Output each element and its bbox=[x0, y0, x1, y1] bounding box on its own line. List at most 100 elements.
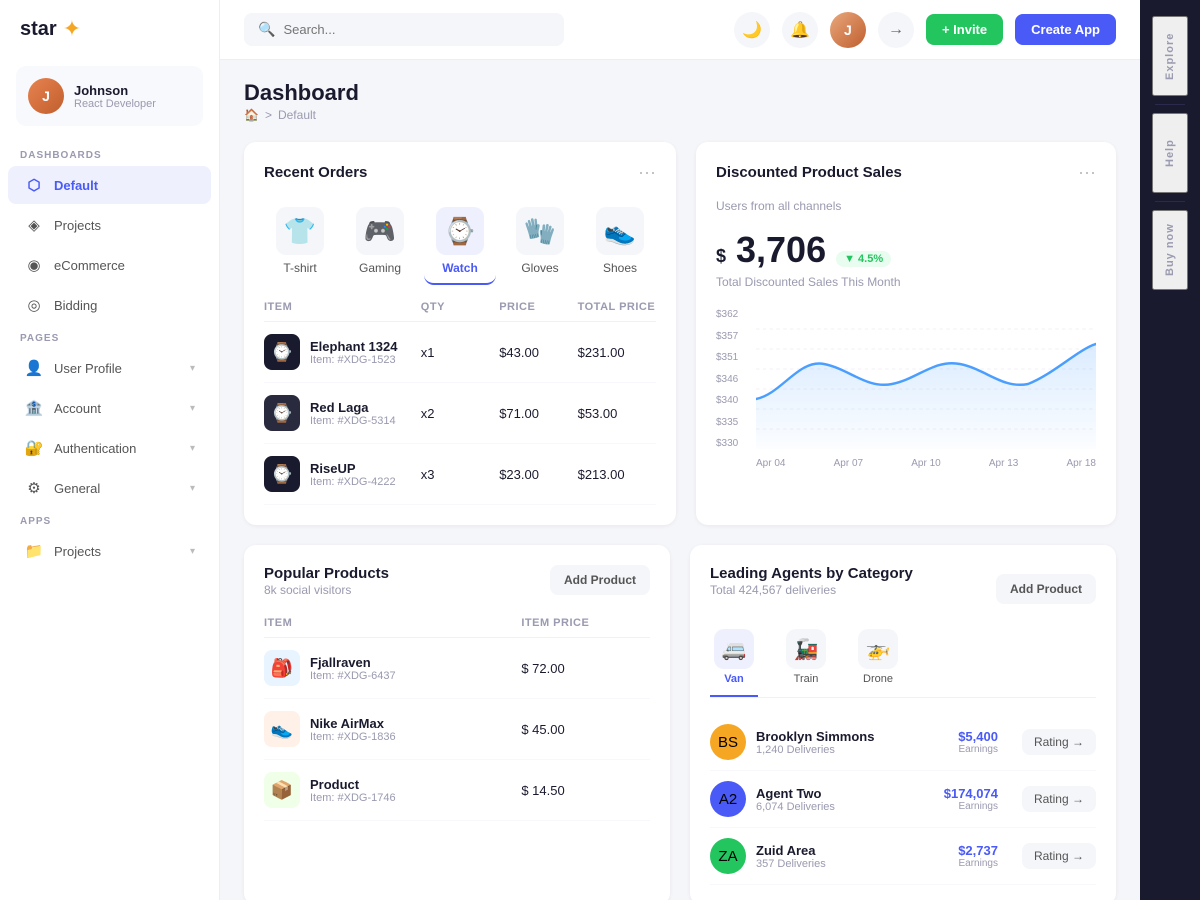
agent-tab-drone[interactable]: 🚁 Drone bbox=[854, 629, 902, 697]
item-name: Red Laga bbox=[310, 400, 396, 415]
agent-deliveries: 357 Deliveries bbox=[756, 858, 826, 870]
agent-rating-button[interactable]: Rating → bbox=[1022, 729, 1096, 755]
sidebar-item-general[interactable]: ⚙ General ▾ bbox=[8, 469, 211, 507]
explore-button[interactable]: Explore bbox=[1152, 16, 1188, 96]
page-title-section: Dashboard 🏠 > Default bbox=[244, 80, 359, 122]
item-image: ⌚ bbox=[264, 395, 300, 431]
sidebar-item-label: User Profile bbox=[54, 361, 122, 376]
col-price: PRICE bbox=[499, 301, 577, 313]
card-menu-icon[interactable]: ··· bbox=[638, 162, 656, 183]
item-name: Nike AirMax bbox=[310, 716, 396, 731]
shoes-tab-icon: 👟 bbox=[596, 207, 644, 255]
product-image: 👟 bbox=[264, 711, 300, 747]
chevron-down-icon: ▾ bbox=[190, 363, 195, 374]
item-total: $53.00 bbox=[578, 406, 656, 421]
help-button[interactable]: Help bbox=[1152, 113, 1188, 193]
item-id: Item: #XDG-5314 bbox=[310, 415, 396, 427]
sidebar-item-projects[interactable]: ◈ Projects bbox=[8, 206, 211, 244]
search-box[interactable]: 🔍 bbox=[244, 13, 564, 46]
y-label: $362 bbox=[716, 309, 738, 320]
tab-gaming[interactable]: 🎮 Gaming bbox=[344, 199, 416, 285]
agent-info: Brooklyn Simmons 1,240 Deliveries bbox=[756, 729, 874, 756]
ecommerce-icon: ◉ bbox=[24, 255, 44, 275]
agent-row: ZA Zuid Area 357 Deliveries $2,737 Earni… bbox=[710, 828, 1096, 885]
item-total: $213.00 bbox=[578, 467, 656, 482]
gloves-tab-icon: 🧤 bbox=[516, 207, 564, 255]
avatar: J bbox=[28, 78, 64, 114]
item-details: Red Laga Item: #XDG-5314 bbox=[310, 400, 396, 427]
item-name: Fjallraven bbox=[310, 655, 396, 670]
main-content: 🔍 🌙 🔔 J → + Invite Create App Dashboard … bbox=[220, 0, 1140, 900]
x-label: Apr 10 bbox=[911, 458, 940, 469]
arrow-right-icon[interactable]: → bbox=[878, 12, 914, 48]
sidebar-user-card[interactable]: J Johnson React Developer bbox=[16, 66, 203, 126]
sales-card-menu-icon[interactable]: ··· bbox=[1078, 162, 1096, 183]
table-row: 👟 Nike AirMax Item: #XDG-1836 $ 45.00 bbox=[264, 699, 650, 760]
watch-tab-icon: ⌚ bbox=[436, 207, 484, 255]
invite-button[interactable]: + Invite bbox=[926, 14, 1003, 45]
agent-rating-button[interactable]: Rating → bbox=[1022, 843, 1096, 869]
sidebar-item-authentication[interactable]: 🔐 Authentication ▾ bbox=[8, 429, 211, 467]
table-row: 📦 Product Item: #XDG-1746 $ 14.50 bbox=[264, 760, 650, 821]
agent-deliveries: 1,240 Deliveries bbox=[756, 744, 874, 756]
create-app-button[interactable]: Create App bbox=[1015, 14, 1116, 45]
tab-watch[interactable]: ⌚ Watch bbox=[424, 199, 496, 285]
search-input[interactable] bbox=[283, 22, 550, 37]
sidebar-item-account[interactable]: 🏦 Account ▾ bbox=[8, 389, 211, 427]
y-label: $346 bbox=[716, 374, 738, 385]
agent-earnings-label: Earnings bbox=[959, 744, 998, 755]
sidebar-item-ecommerce[interactable]: ◉ eCommerce bbox=[8, 246, 211, 284]
gaming-tab-icon: 🎮 bbox=[356, 207, 404, 255]
agent-deliveries: 6,074 Deliveries bbox=[756, 801, 835, 813]
tab-tshirt[interactable]: 👕 T-shirt bbox=[264, 199, 336, 285]
agent-row: BS Brooklyn Simmons 1,240 Deliveries $5,… bbox=[710, 714, 1096, 771]
sidebar-item-default[interactable]: ⬡ Default bbox=[8, 166, 211, 204]
item-details: Nike AirMax Item: #XDG-1836 bbox=[310, 716, 396, 743]
right-panel: Explore Help Buy now bbox=[1140, 0, 1200, 900]
sidebar-item-label: eCommerce bbox=[54, 258, 125, 273]
sales-card-header: Discounted Product Sales ··· bbox=[716, 162, 1096, 183]
sidebar-item-projects-app[interactable]: 📁 Projects ▾ bbox=[8, 532, 211, 570]
item-details: Product Item: #XDG-1746 bbox=[310, 777, 396, 804]
buy-now-button[interactable]: Buy now bbox=[1152, 210, 1188, 290]
breadcrumb-sep: > bbox=[265, 108, 272, 122]
chart-x-labels: Apr 04 Apr 07 Apr 10 Apr 13 Apr 18 bbox=[756, 458, 1096, 469]
y-label: $330 bbox=[716, 438, 738, 449]
van-icon: 🚐 bbox=[714, 629, 754, 669]
x-label: Apr 07 bbox=[834, 458, 863, 469]
train-icon: 🚂 bbox=[786, 629, 826, 669]
agent-tab-van[interactable]: 🚐 Van bbox=[710, 629, 758, 697]
col-total: TOTAL PRICE bbox=[578, 301, 656, 313]
col-price: ITEM PRICE bbox=[521, 617, 650, 629]
van-label: Van bbox=[724, 673, 744, 685]
agent-stat-earnings: $5,400 Earnings bbox=[958, 729, 998, 755]
table-row: ⌚ RiseUP Item: #XDG-4222 x3 $23.00 $213.… bbox=[264, 444, 656, 505]
sidebar-item-label: Default bbox=[54, 178, 98, 193]
tab-gloves[interactable]: 🧤 Gloves bbox=[504, 199, 576, 285]
sidebar-item-user-profile[interactable]: 👤 User Profile ▾ bbox=[8, 349, 211, 387]
item-qty: x2 bbox=[421, 406, 499, 421]
agent-tab-train[interactable]: 🚂 Train bbox=[782, 629, 830, 697]
gloves-tab-label: Gloves bbox=[521, 261, 558, 275]
add-product-button[interactable]: Add Product bbox=[550, 565, 650, 595]
table-row: ⌚ Red Laga Item: #XDG-5314 x2 $71.00 $53… bbox=[264, 383, 656, 444]
notifications-button[interactable]: 🔔 bbox=[782, 12, 818, 48]
item-id: Item: #XDG-6437 bbox=[310, 670, 396, 682]
chevron-down-icon: ▾ bbox=[190, 546, 195, 557]
agent-rating-button[interactable]: Rating → bbox=[1022, 786, 1096, 812]
tab-shoes[interactable]: 👟 Shoes bbox=[584, 199, 656, 285]
bottom-grid: Popular Products 8k social visitors Add … bbox=[244, 545, 1116, 900]
header-avatar: J bbox=[830, 12, 866, 48]
section-title-pages: PAGES bbox=[0, 325, 219, 348]
item-info: 🎒 Fjallraven Item: #XDG-6437 bbox=[264, 650, 521, 686]
agents-add-product-button[interactable]: Add Product bbox=[996, 574, 1096, 604]
recent-orders-card: Recent Orders ··· 👕 T-shirt 🎮 Gaming ⌚ W… bbox=[244, 142, 676, 525]
agent-earnings-label: Earnings bbox=[959, 801, 998, 812]
item-price: $23.00 bbox=[499, 467, 577, 482]
agents-subtitle: Total 424,567 deliveries bbox=[710, 583, 913, 597]
breadcrumb-current: Default bbox=[278, 108, 316, 122]
sidebar-item-bidding[interactable]: ◎ Bidding bbox=[8, 286, 211, 324]
theme-toggle-button[interactable]: 🌙 bbox=[734, 12, 770, 48]
general-icon: ⚙ bbox=[24, 478, 44, 498]
item-image: ⌚ bbox=[264, 456, 300, 492]
